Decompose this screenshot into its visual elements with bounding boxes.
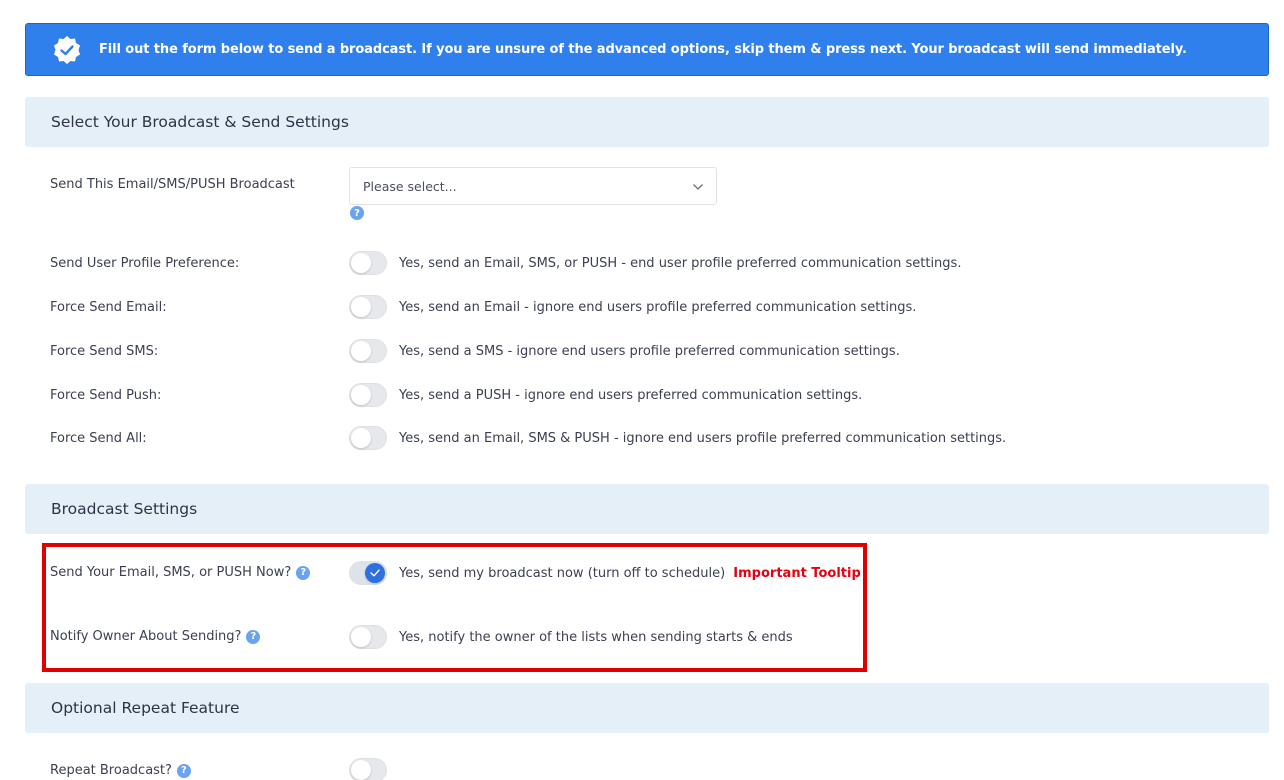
force-send-email-toggle[interactable] — [349, 295, 387, 319]
force-send-push-label-row: Force Send Push: — [50, 388, 161, 403]
broadcast-select-row: Send This Email/SMS/PUSH Broadcast — [50, 177, 295, 192]
chevron-down-icon — [692, 179, 704, 194]
verified-badge-icon — [51, 34, 83, 66]
send-row-label: Force Send All: — [50, 431, 147, 446]
profile-preference-toggle[interactable] — [349, 251, 387, 275]
repeat-broadcast-label-row: Repeat Broadcast? ? — [50, 763, 191, 778]
force-send-push-row: Yes, send a PUSH - ignore end users pref… — [349, 383, 862, 407]
send-row-label: Send User Profile Preference: — [50, 256, 240, 271]
section-header-send-settings: Select Your Broadcast & Send Settings — [25, 97, 1269, 147]
section-header-repeat: Optional Repeat Feature — [25, 683, 1269, 733]
toggle-knob — [351, 341, 371, 361]
highlight-annotation-box — [42, 543, 867, 672]
force-send-sms-row: Yes, send a SMS - ignore end users profi… — [349, 339, 900, 363]
send-row-profile-preference-label-row: Send User Profile Preference: — [50, 256, 239, 271]
send-row-label: Force Send SMS: — [50, 344, 159, 359]
section-header-broadcast-settings: Broadcast Settings — [25, 484, 1269, 534]
toggle-knob — [351, 297, 371, 317]
force-send-sms-label-row: Force Send SMS: — [50, 344, 158, 359]
repeat-broadcast-label-text: Repeat Broadcast? — [50, 763, 172, 778]
toggle-knob — [351, 428, 371, 448]
toggle-knob — [351, 760, 371, 780]
broadcast-select[interactable]: Please select... — [349, 167, 717, 205]
toggle-description: Yes, send an Email, SMS & PUSH - ignore … — [399, 430, 1007, 446]
info-alert: Fill out the form below to send a broadc… — [25, 23, 1269, 76]
force-send-email-row: Yes, send an Email - ignore end users pr… — [349, 295, 916, 319]
section-title: Broadcast Settings — [51, 500, 198, 518]
toggle-description: Yes, send a SMS - ignore end users profi… — [399, 343, 900, 359]
broadcast-select-value: Please select... — [363, 178, 457, 194]
toggle-description: Yes, send an Email, SMS, or PUSH - end u… — [399, 255, 962, 271]
toggle-knob — [351, 253, 371, 273]
force-send-push-toggle[interactable] — [349, 383, 387, 407]
repeat-broadcast-toggle[interactable] — [349, 758, 387, 780]
alert-message: Fill out the form below to send a broadc… — [99, 42, 1187, 57]
force-send-all-label-row: Force Send All: — [50, 431, 147, 446]
send-row-label: Force Send Email: — [50, 300, 167, 315]
toggle-knob — [351, 385, 371, 405]
section-title: Select Your Broadcast & Send Settings — [51, 113, 349, 131]
force-send-all-row: Yes, send an Email, SMS & PUSH - ignore … — [349, 426, 1006, 450]
repeat-broadcast-label: Repeat Broadcast? ? — [50, 763, 191, 778]
force-send-email-label-row: Force Send Email: — [50, 300, 167, 315]
send-row-label: Force Send Push: — [50, 388, 162, 403]
send-row-profile-preference: Yes, send an Email, SMS, or PUSH - end u… — [349, 251, 961, 275]
help-icon[interactable]: ? — [176, 763, 191, 778]
force-send-all-toggle[interactable] — [349, 426, 387, 450]
help-icon[interactable]: ? — [350, 206, 364, 220]
toggle-description: Yes, send a PUSH - ignore end users pref… — [399, 387, 863, 403]
force-send-sms-toggle[interactable] — [349, 339, 387, 363]
broadcast-select-label: Send This Email/SMS/PUSH Broadcast — [50, 177, 295, 192]
section-title: Optional Repeat Feature — [51, 699, 240, 717]
repeat-broadcast-row — [349, 758, 387, 780]
toggle-description: Yes, send an Email - ignore end users pr… — [399, 299, 917, 315]
